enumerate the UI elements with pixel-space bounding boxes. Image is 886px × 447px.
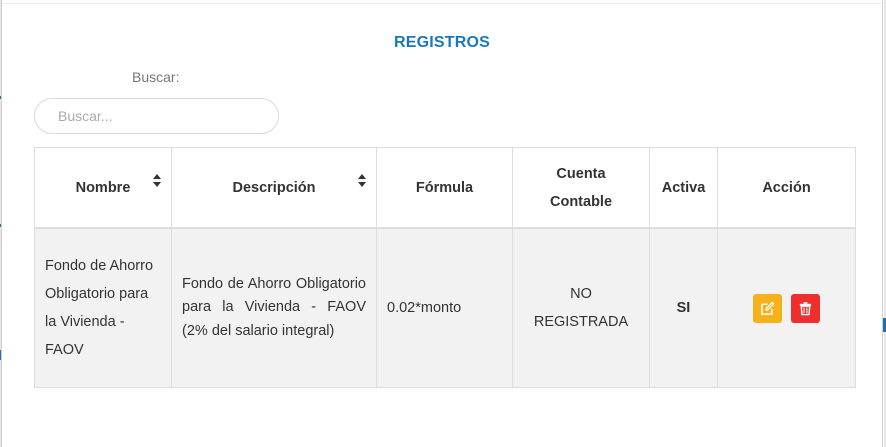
column-header-label: Descripción xyxy=(232,179,316,196)
edit-button[interactable] xyxy=(753,293,783,323)
column-header-descripcion[interactable]: Descripción xyxy=(171,147,377,229)
cell-formula: 0.02*monto xyxy=(376,227,513,388)
delete-button[interactable] xyxy=(790,293,820,323)
sort-icon[interactable] xyxy=(358,174,366,188)
cuenta-status-line: REGISTRADA xyxy=(533,314,629,330)
page-title: REGISTROS xyxy=(393,34,491,51)
registros-modal: REGISTROS Buscar: Nombre Descripción xyxy=(1,0,883,447)
table-row: Fondo de Ahorro Obligatorio para la Vivi… xyxy=(34,227,856,388)
pencil-square-icon xyxy=(761,301,775,315)
column-header-activa: Activa xyxy=(649,147,718,229)
search-label: Buscar: xyxy=(132,69,180,85)
table-header-row: Nombre Descripción Fórmula Cuenta Contab… xyxy=(34,147,856,229)
sort-icon[interactable] xyxy=(153,174,161,188)
cell-cuenta-contable: NO REGISTRADA xyxy=(512,227,650,388)
cell-accion xyxy=(717,227,856,388)
column-header-nombre[interactable]: Nombre xyxy=(34,147,172,229)
column-header-label: Nombre xyxy=(75,179,131,196)
column-header-formula: Fórmula xyxy=(376,147,513,229)
column-header-accion: Acción xyxy=(717,147,856,229)
modal-top-divider xyxy=(2,3,882,4)
cuenta-status-line: NO xyxy=(570,286,592,302)
trash-icon xyxy=(799,301,811,315)
column-header-label: Fórmula xyxy=(415,179,474,196)
cell-nombre: Fondo de Ahorro Obligatorio para la Vivi… xyxy=(34,227,172,388)
search-input[interactable] xyxy=(34,98,279,134)
cell-descripcion: Fondo de Ahorro Obligatorio para la Vivi… xyxy=(171,227,377,388)
column-header-label: Cuenta xyxy=(556,165,606,182)
column-header-cuenta-contable: Cuenta Contable xyxy=(512,147,650,229)
records-table: Nombre Descripción Fórmula Cuenta Contab… xyxy=(34,147,856,388)
column-header-label: Contable xyxy=(549,193,613,210)
column-header-label: Acción xyxy=(762,179,811,196)
column-header-label: Activa xyxy=(661,179,706,196)
cell-activa: SI xyxy=(649,227,718,388)
